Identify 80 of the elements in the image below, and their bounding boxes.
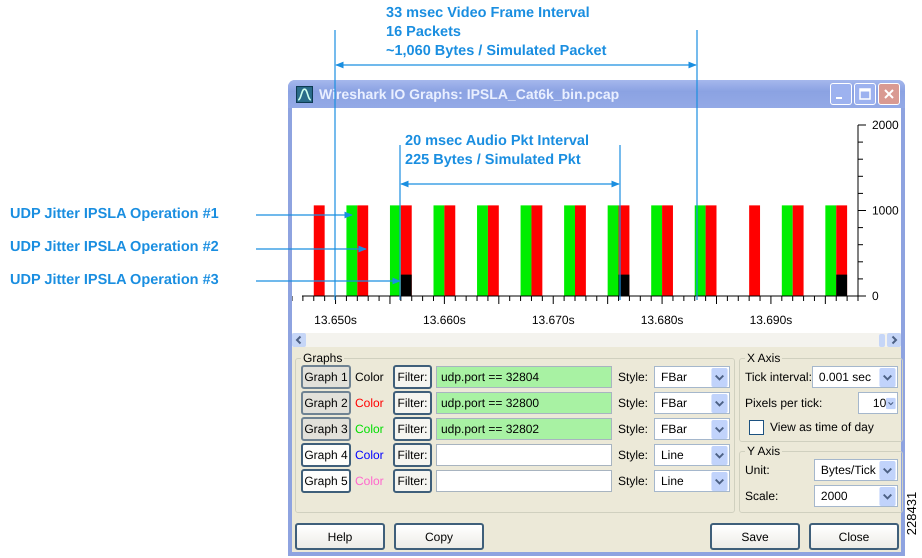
dialog-button[interactable]: Save <box>710 523 800 550</box>
graph-toggle-button[interactable]: Graph 5 <box>301 469 351 493</box>
filter-button[interactable]: Filter: <box>393 443 432 467</box>
style-dropdown[interactable]: FBar <box>654 392 730 414</box>
field-label: Unit: <box>745 463 770 477</box>
scroll-left-icon[interactable] <box>292 333 306 347</box>
style-label: Style: <box>618 370 650 384</box>
chevron-down-icon <box>878 486 896 506</box>
style-dropdown[interactable]: Line <box>654 470 730 492</box>
minimize-button[interactable] <box>830 83 852 105</box>
filter-input[interactable] <box>436 444 612 466</box>
graph-toggle-button[interactable]: Graph 4 <box>301 443 351 467</box>
annotation-text: 33 msec Video Frame Interval <box>386 4 591 23</box>
dialog-button[interactable]: Copy <box>394 523 484 550</box>
style-dropdown[interactable]: Line <box>654 444 730 466</box>
chevron-down-icon <box>878 460 896 480</box>
annotation-text: UDP Jitter IPSLA Operation #1 <box>10 205 219 224</box>
x-tick-label: 13.670s <box>532 313 575 327</box>
annotation-text: UDP Jitter IPSLA Operation #3 <box>10 271 219 290</box>
group-title: Y Axis <box>746 444 782 458</box>
field-label: Scale: <box>745 489 778 503</box>
horizontal-scrollbar[interactable] <box>292 333 901 347</box>
x-tick-label: 13.660s <box>423 313 466 327</box>
unit-dropdown[interactable]: Bytes/Tick <box>814 459 898 481</box>
y-tick-label: 2000 <box>872 118 899 132</box>
scale-dropdown[interactable]: 2000 <box>814 485 898 507</box>
graph-toggle-button[interactable]: Graph 2 <box>301 391 351 415</box>
style-dropdown[interactable]: FBar <box>654 418 730 440</box>
checkbox[interactable] <box>749 420 764 434</box>
filter-input[interactable]: udp.port == 32800 <box>436 392 612 414</box>
graph-icon <box>296 86 313 102</box>
style-label: Style: <box>618 474 650 488</box>
style-label: Style: <box>618 448 650 462</box>
graph-toggle-button[interactable]: Graph 3 <box>301 417 351 441</box>
annotation-text: 16 Packets <box>386 23 462 42</box>
group-title: X Axis <box>746 351 782 365</box>
close-icon <box>883 88 895 100</box>
filter-button[interactable]: Filter: <box>393 391 432 415</box>
annotation-text: ~1,060 Bytes / Simulated Packet <box>386 42 606 61</box>
style-dropdown[interactable]: FBar <box>654 366 730 388</box>
group-title: Graphs <box>302 351 344 365</box>
scroll-thumb[interactable] <box>879 334 885 346</box>
maximize-button[interactable] <box>854 83 876 105</box>
filter-button[interactable]: Filter: <box>393 417 432 441</box>
x-tick-label: 13.650s <box>314 313 357 327</box>
color-label[interactable]: Color <box>355 370 389 384</box>
dialog-button[interactable]: Help <box>295 523 385 550</box>
x-tick-label: 13.680s <box>640 313 684 327</box>
filter-input[interactable]: udp.port == 32804 <box>436 366 612 388</box>
chevron-down-icon <box>711 368 728 386</box>
maximize-icon <box>859 88 871 100</box>
chevron-down-icon <box>878 368 896 386</box>
x-tick-label: 13.690s <box>750 313 792 327</box>
annotation-text: UDP Jitter IPSLA Operation #2 <box>10 238 219 257</box>
y-tick-label: 1000 <box>872 204 899 218</box>
minimize-icon <box>836 97 842 99</box>
color-label[interactable]: Color <box>355 448 389 462</box>
chevron-down-icon <box>711 446 728 464</box>
filter-button[interactable]: Filter: <box>393 469 432 493</box>
pixels-per-tick-dropdown[interactable]: 10 <box>858 392 898 414</box>
chevron-down-icon <box>711 420 728 438</box>
y-tick-label: 0 <box>872 289 879 303</box>
close-button[interactable] <box>878 83 900 105</box>
field-label: Pixels per tick: <box>745 396 822 410</box>
annotation-text: 225 Bytes / Simulated Pkt <box>405 151 582 170</box>
checkbox-label: View as time of day <box>770 420 874 434</box>
filter-input[interactable]: udp.port == 32802 <box>436 418 612 440</box>
figure-number: 228431 <box>904 492 920 536</box>
style-label: Style: <box>618 396 650 410</box>
filter-button[interactable]: Filter: <box>393 365 432 389</box>
annotation-text: 20 msec Audio Pkt Interval <box>405 132 590 151</box>
chevron-down-icon <box>711 472 728 490</box>
style-label: Style: <box>618 422 650 436</box>
graph-toggle-button[interactable]: Graph 1 <box>301 365 351 389</box>
tick-interval-dropdown[interactable]: 0.001 sec <box>812 366 898 388</box>
field-label: Tick interval: <box>745 370 812 384</box>
dialog-button[interactable]: Close <box>809 523 899 550</box>
chevron-down-icon <box>711 394 728 412</box>
filter-input[interactable] <box>436 470 612 492</box>
scroll-right-icon[interactable] <box>887 333 901 347</box>
